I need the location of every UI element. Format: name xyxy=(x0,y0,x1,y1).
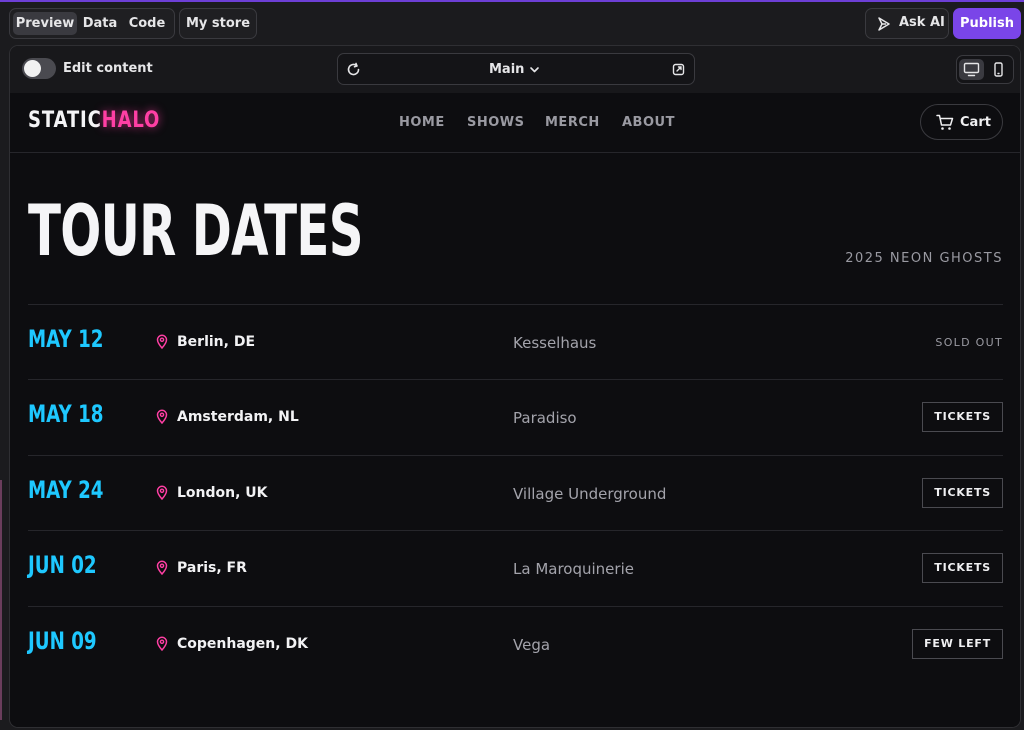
preview-toolbar: Edit content Main xyxy=(10,46,1020,93)
list-item: MAY 24 London, UK Village Underground TI… xyxy=(28,455,1003,530)
ask-ai-button[interactable]: Ask AI xyxy=(865,8,949,39)
show-date: MAY 24 xyxy=(28,476,104,504)
publish-button[interactable]: Publish xyxy=(953,8,1021,39)
site-header: STATICHALO HOME SHOWS MERCH ABOUT Cart xyxy=(10,93,1020,153)
tickets-button[interactable]: TICKETS xyxy=(922,553,1003,583)
sold-out-label: SOLD OUT xyxy=(935,336,1003,349)
list-item: JUN 02 Paris, FR La Maroquinerie TICKETS xyxy=(28,530,1003,605)
few-left-button[interactable]: FEW LEFT xyxy=(912,629,1003,659)
desktop-view-button[interactable] xyxy=(959,59,984,80)
view-mode-tabs: Preview Data Code xyxy=(9,8,175,39)
tour-subtitle: 2025 NEON GHOSTS xyxy=(845,251,1003,266)
mobile-view-button[interactable] xyxy=(986,59,1011,80)
desktop-icon xyxy=(963,62,980,77)
show-venue: Village Underground xyxy=(513,485,667,503)
window-edge-accent xyxy=(0,480,2,720)
preview-frame: Edit content Main STATICHALO HOME SHOWS … xyxy=(9,45,1021,728)
logo-part-halo: HALO xyxy=(101,108,161,133)
chevron-down-icon[interactable] xyxy=(529,64,540,75)
list-item: MAY 18 Amsterdam, NL Paradiso TICKETS xyxy=(28,379,1003,454)
cart-label: Cart xyxy=(960,115,991,130)
page-url-bar: Main xyxy=(337,53,695,85)
device-switcher xyxy=(956,55,1014,84)
show-venue: La Maroquinerie xyxy=(513,560,634,578)
nav-home[interactable]: HOME xyxy=(399,115,445,130)
page-title: TOUR DATES xyxy=(28,190,363,272)
show-city: Copenhagen, DK xyxy=(177,636,308,652)
cart-icon xyxy=(936,114,954,130)
tab-preview[interactable]: Preview xyxy=(13,12,77,35)
nav-merch[interactable]: MERCH xyxy=(545,115,600,130)
edit-content-label: Edit content xyxy=(63,61,153,76)
show-city: London, UK xyxy=(177,485,268,501)
sparkle-icon xyxy=(878,17,890,31)
location-pin-icon xyxy=(156,560,168,575)
my-store-button[interactable]: My store xyxy=(179,8,257,39)
tab-data[interactable]: Data xyxy=(80,12,120,35)
show-city: Amsterdam, NL xyxy=(177,409,299,425)
show-city: Paris, FR xyxy=(177,560,247,576)
refresh-icon[interactable] xyxy=(346,62,361,77)
toggle-knob xyxy=(24,60,41,77)
location-pin-icon xyxy=(156,334,168,349)
show-date: JUN 09 xyxy=(28,627,97,655)
location-pin-icon xyxy=(156,636,168,651)
show-venue: Kesselhaus xyxy=(513,334,597,352)
nav-about[interactable]: ABOUT xyxy=(622,115,675,130)
show-date: MAY 18 xyxy=(28,400,104,428)
show-date: MAY 12 xyxy=(28,325,104,353)
page-selector[interactable]: Main xyxy=(489,62,524,77)
edit-content-toggle[interactable] xyxy=(22,58,56,79)
cart-button[interactable]: Cart xyxy=(920,104,1003,140)
ask-ai-label: Ask AI xyxy=(899,15,945,30)
nav-shows[interactable]: SHOWS xyxy=(467,115,525,130)
location-pin-icon xyxy=(156,485,168,500)
tickets-button[interactable]: TICKETS xyxy=(922,478,1003,508)
show-city: Berlin, DE xyxy=(177,334,256,350)
list-item: MAY 12 Berlin, DE Kesselhaus SOLD OUT xyxy=(28,304,1003,379)
mobile-icon xyxy=(994,62,1003,77)
show-venue: Paradiso xyxy=(513,409,577,427)
logo-part-static: STATIC xyxy=(28,108,102,133)
external-link-icon[interactable] xyxy=(672,63,685,76)
list-item: JUN 09 Copenhagen, DK Vega FEW LEFT xyxy=(28,606,1003,681)
location-pin-icon xyxy=(156,409,168,424)
show-venue: Vega xyxy=(513,636,551,654)
tab-code[interactable]: Code xyxy=(124,12,170,35)
site-logo[interactable]: STATICHALO xyxy=(28,108,160,133)
show-date: JUN 02 xyxy=(28,551,97,579)
tickets-button[interactable]: TICKETS xyxy=(922,402,1003,432)
site-preview: STATICHALO HOME SHOWS MERCH ABOUT Cart T… xyxy=(10,93,1020,727)
builder-topbar: Preview Data Code My store Ask AI Publis… xyxy=(0,2,1024,42)
